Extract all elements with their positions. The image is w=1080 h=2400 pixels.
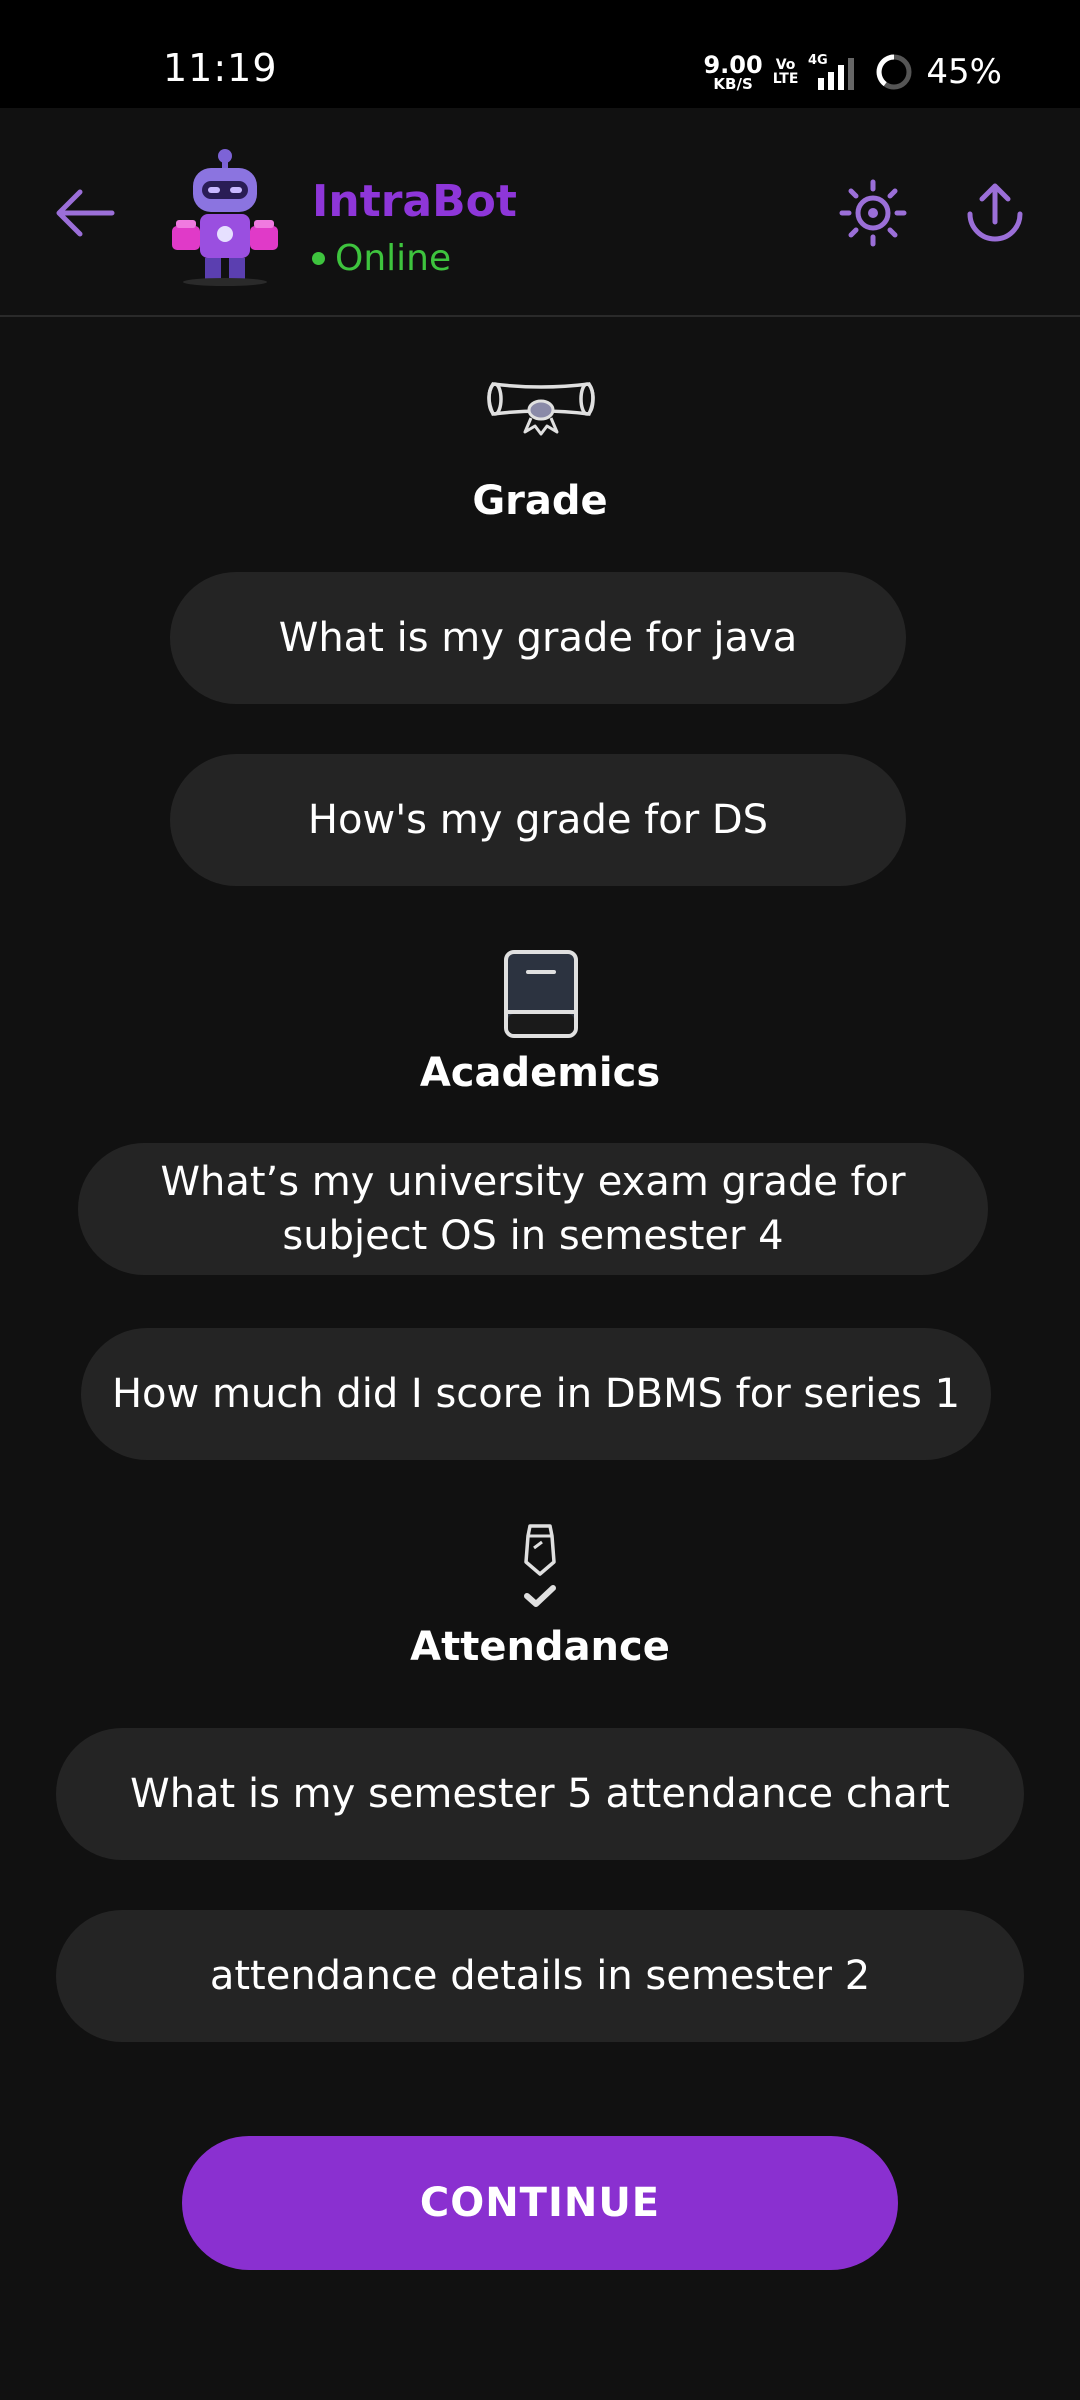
back-button[interactable] xyxy=(50,178,120,248)
continue-button[interactable]: CONTINUE xyxy=(182,2136,898,2270)
chat-header: IntraBot Online xyxy=(0,108,1080,317)
theme-toggle-button[interactable] xyxy=(838,178,908,248)
network-speed: 9.00 KB/S xyxy=(703,53,762,92)
bot-name: IntraBot xyxy=(312,176,517,227)
robot-avatar xyxy=(172,149,278,286)
diploma-icon xyxy=(487,382,595,436)
network-type: 4G xyxy=(808,53,828,68)
volte-indicator: Vo LTE xyxy=(773,58,799,86)
section-title-academics: Academics xyxy=(419,1050,661,1096)
upload-icon xyxy=(967,183,1023,242)
network-speed-unit: KB/S xyxy=(713,74,753,93)
suggestion-chip[interactable]: What is my grade for java xyxy=(170,572,906,704)
suggestion-chip[interactable]: What is my semester 5 attendance chart xyxy=(56,1728,1024,1860)
bot-status: Online xyxy=(312,238,451,279)
status-indicators: 9.00 KB/S Vo LTE 4G 45% xyxy=(703,50,1002,94)
suggestion-chip[interactable]: How's my grade for DS xyxy=(170,754,906,886)
suggestion-chip[interactable]: What’s my university exam grade for subj… xyxy=(78,1143,988,1275)
bot-status-label: Online xyxy=(335,238,452,279)
volte-bottom: LTE xyxy=(772,71,799,87)
status-time: 11:19 xyxy=(163,46,278,90)
attendance-tie-check-icon xyxy=(524,1524,556,1607)
suggestion-chip[interactable]: attendance details in semester 2 xyxy=(56,1910,1024,2042)
battery-icon xyxy=(876,54,912,90)
suggestion-chip[interactable]: How much did I score in DBMS for series … xyxy=(81,1328,991,1460)
section-title-attendance: Attendance xyxy=(410,1624,670,1670)
status-bar: 11:19 9.00 KB/S Vo LTE 4G 45% xyxy=(0,0,1080,108)
book-icon xyxy=(504,950,578,1038)
volte-top: Vo xyxy=(775,57,796,73)
signal-icon: 4G xyxy=(808,53,855,90)
battery-percent: 45% xyxy=(926,52,1002,92)
sun-icon xyxy=(839,179,907,247)
online-dot-icon xyxy=(312,252,325,265)
network-speed-value: 9.00 xyxy=(703,50,763,79)
share-button[interactable] xyxy=(960,178,1030,248)
back-arrow-icon xyxy=(56,189,115,237)
section-title-grade: Grade xyxy=(472,478,608,524)
